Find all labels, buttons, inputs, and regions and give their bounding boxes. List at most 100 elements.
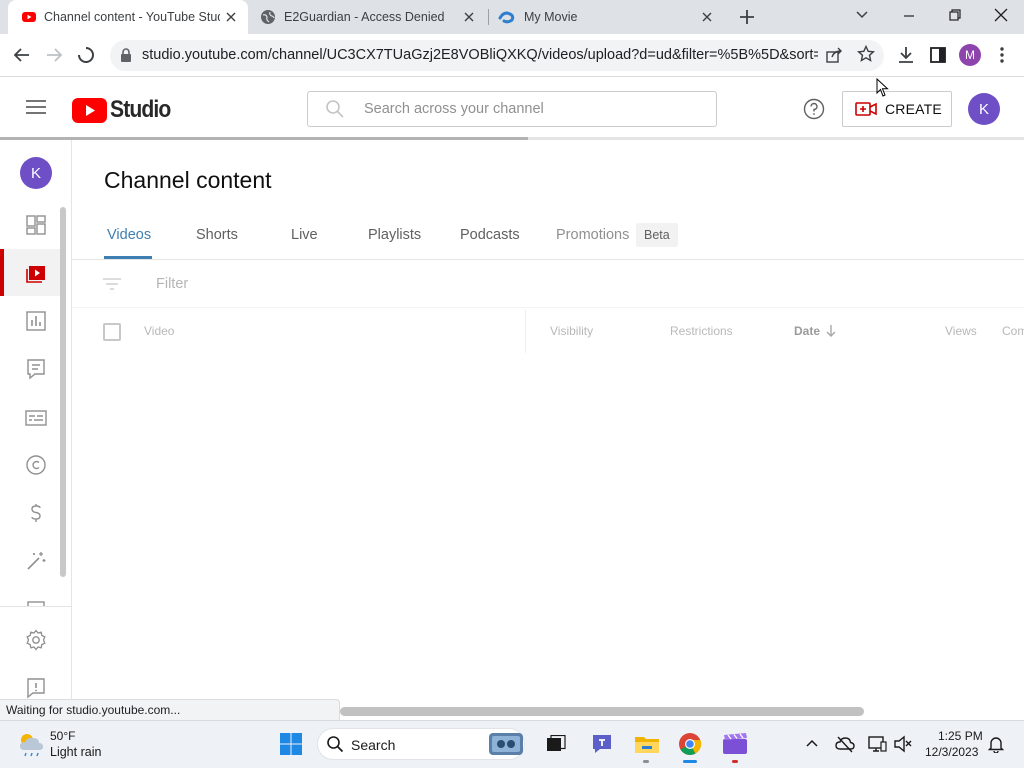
lock-icon[interactable] (120, 48, 132, 62)
subtitles-icon[interactable] (24, 406, 48, 430)
page-title: Channel content (104, 167, 272, 193)
clipchamp-icon (498, 10, 516, 24)
copyright-icon[interactable] (24, 453, 48, 477)
back-arrow-icon[interactable] (12, 46, 32, 64)
mouse-cursor-icon (876, 78, 890, 98)
weather-temperature[interactable]: 50°F (50, 729, 75, 743)
share-icon[interactable] (825, 46, 843, 64)
column-header-comments: Com (1002, 324, 1024, 338)
weather-cloud-rain-icon[interactable] (16, 730, 46, 758)
tab-title: E2Guardian - Access Denied (284, 10, 445, 24)
help-icon[interactable] (803, 98, 825, 120)
windows-start-icon[interactable] (279, 732, 303, 756)
comments-icon[interactable] (24, 357, 48, 381)
browser-profile-avatar[interactable]: M (959, 44, 981, 66)
teams-chat-icon[interactable] (590, 733, 614, 755)
dashboard-icon[interactable] (24, 213, 48, 237)
filter-icon[interactable] (102, 276, 122, 292)
active-app-indicator (683, 760, 697, 763)
tabs-divider (72, 259, 1024, 260)
search-highlight-image-icon (489, 733, 523, 755)
taskbar-clock-date[interactable]: 12/3/2023 (925, 745, 978, 759)
taskbar-search-label: Search (351, 737, 396, 753)
create-button[interactable]: CREATE (842, 91, 952, 127)
create-video-icon (855, 101, 877, 117)
kebab-menu-icon[interactable] (996, 46, 1008, 64)
tab-promotions[interactable]: Promotions (556, 227, 629, 243)
sort-down-arrow-icon (826, 324, 836, 338)
feedback-icon[interactable] (24, 676, 48, 700)
column-header-visibility: Visibility (550, 324, 594, 338)
column-header-views: Views (945, 324, 977, 338)
tab-separator (488, 9, 489, 25)
system-tray-chevron-icon[interactable] (805, 737, 819, 749)
tab-live[interactable]: Live (291, 227, 318, 243)
chrome-icon[interactable] (678, 732, 702, 756)
account-avatar[interactable]: K (968, 93, 1000, 125)
tab-playlists[interactable]: Playlists (368, 227, 421, 243)
browser-tab-e2guardian[interactable]: E2Guardian - Access Denied (256, 0, 486, 34)
column-header-video: Video (144, 324, 175, 338)
customization-icon[interactable] (24, 549, 48, 573)
download-icon[interactable] (896, 45, 916, 65)
nav-divider (0, 606, 72, 607)
weather-description[interactable]: Light rain (50, 745, 101, 759)
tab-search-chevron-icon[interactable] (855, 9, 869, 21)
new-tab-icon[interactable] (738, 8, 756, 26)
tab-podcasts[interactable]: Podcasts (460, 227, 520, 243)
browser-tab-channel-content[interactable]: Channel content - YouTube Studio (8, 0, 248, 34)
url-text[interactable]: studio.youtube.com/channel/UC3CX7TUaGzj2… (142, 47, 818, 63)
channel-avatar[interactable]: K (20, 157, 52, 189)
forward-arrow-icon[interactable] (44, 46, 64, 64)
taskbar-clock-time[interactable]: 1:25 PM (938, 729, 983, 743)
analytics-icon[interactable] (24, 309, 48, 333)
close-tab-icon[interactable] (700, 10, 714, 24)
file-explorer-icon[interactable] (634, 733, 660, 755)
filter-input[interactable]: Filter (156, 276, 188, 292)
task-view-icon[interactable] (546, 735, 566, 753)
earn-icon[interactable] (24, 501, 48, 525)
globe-icon (260, 9, 276, 25)
notification-bell-icon[interactable] (988, 735, 1004, 753)
youtube-studio-logo[interactable]: Studio (72, 96, 179, 124)
display-icon[interactable] (867, 735, 887, 753)
nav-scrollbar[interactable] (60, 207, 66, 577)
hamburger-menu-icon[interactable] (26, 99, 46, 115)
close-window-icon[interactable] (993, 7, 1009, 23)
horizontal-scrollbar-thumb[interactable] (340, 707, 864, 716)
running-indicator (732, 760, 738, 763)
clipchamp-taskbar-icon[interactable] (722, 732, 748, 756)
loading-spinner-icon[interactable] (76, 45, 96, 65)
youtube-play-logo-icon (72, 97, 107, 123)
close-tab-icon[interactable] (462, 10, 476, 24)
side-panel-icon[interactable] (929, 46, 947, 64)
audio-library-icon[interactable] (24, 599, 48, 606)
taskbar-search-icon (326, 735, 344, 753)
column-header-date[interactable]: Date (794, 324, 836, 338)
browser-status-bar: Waiting for studio.youtube.com... (0, 699, 340, 720)
minimize-icon[interactable] (902, 9, 916, 23)
content-icon[interactable] (24, 261, 48, 285)
column-header-date-label: Date (794, 324, 821, 338)
beta-badge: Beta (636, 223, 678, 247)
running-indicator (643, 760, 649, 763)
nav-active-indicator (0, 249, 4, 296)
search-placeholder: Search across your channel (364, 101, 544, 117)
close-tab-icon[interactable] (224, 10, 238, 24)
create-label: CREATE (885, 101, 942, 117)
volume-muted-icon[interactable] (893, 735, 913, 753)
select-all-checkbox[interactable] (103, 323, 121, 341)
restore-icon[interactable] (948, 8, 962, 22)
tab-title: My Movie (524, 10, 578, 24)
onedrive-offline-icon[interactable] (835, 735, 855, 753)
tab-shorts[interactable]: Shorts (196, 227, 238, 243)
tab-videos[interactable]: Videos (107, 227, 151, 243)
page-loading-bar-track (528, 137, 1024, 140)
column-separator (525, 310, 526, 353)
browser-tab-my-movie[interactable]: My Movie (494, 0, 724, 34)
column-header-restrictions: Restrictions (670, 324, 733, 338)
page-loading-bar (0, 137, 528, 140)
bookmark-star-icon[interactable] (857, 45, 875, 63)
search-icon (325, 99, 345, 119)
settings-icon[interactable] (24, 628, 48, 652)
